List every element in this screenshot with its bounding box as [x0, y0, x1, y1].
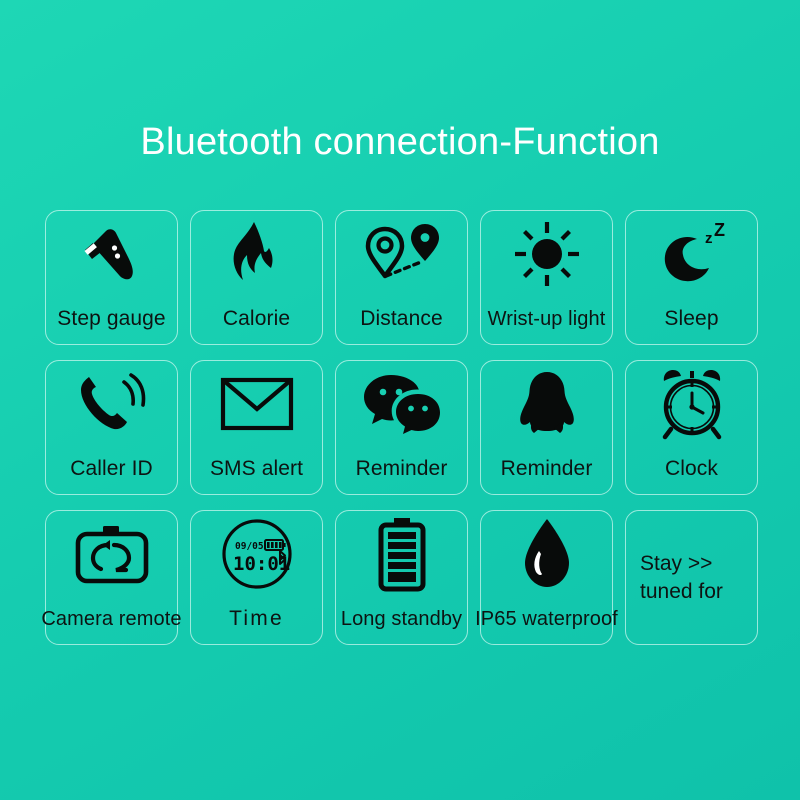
- feature-label: Time: [229, 606, 284, 630]
- feature-label: SMS alert: [209, 456, 304, 480]
- feature-card-clock[interactable]: Clock: [625, 360, 758, 495]
- moon-zz-icon: z Z: [626, 211, 757, 297]
- poster: Bluetooth connection-Function Step gauge: [0, 0, 800, 800]
- feature-label: IP65 waterproof: [475, 608, 618, 630]
- camera-icon: [46, 511, 177, 597]
- feature-label: Reminder: [355, 456, 448, 480]
- stay-tuned-line-1: Stay >>: [640, 551, 713, 575]
- page-title: Bluetooth connection-Function: [140, 121, 660, 163]
- shoe-icon: [46, 211, 177, 297]
- stay-tuned-tile[interactable]: Stay >> tuned for: [625, 510, 758, 645]
- feature-grid: Step gauge Calorie Distance Wrist-up lig…: [41, 210, 758, 645]
- feature-card-calorie[interactable]: Calorie: [190, 210, 323, 345]
- ringing-phone-icon: [46, 361, 177, 447]
- wechat-bubbles-icon: [336, 361, 467, 447]
- feature-card-sleep[interactable]: z Z Sleep: [625, 210, 758, 345]
- alarm-clock-icon: [626, 361, 757, 447]
- feature-label: Sleep: [664, 306, 719, 330]
- feature-label: Long standby: [340, 608, 463, 630]
- svg-text:z: z: [705, 230, 713, 247]
- feature-card-sms-alert[interactable]: SMS alert: [190, 360, 323, 495]
- flame-icon: [191, 211, 322, 297]
- sun-icon: [481, 211, 612, 297]
- feature-card-camera-remote[interactable]: Camera remote: [41, 510, 182, 645]
- feature-card-caller-id[interactable]: Caller ID: [45, 360, 178, 495]
- feature-card-time[interactable]: 09/05 10:01 Time: [190, 510, 323, 645]
- feature-card-step-gauge[interactable]: Step gauge: [45, 210, 178, 345]
- feature-label: Calorie: [222, 306, 291, 330]
- feature-card-distance[interactable]: Distance: [335, 210, 468, 345]
- feature-card-long-standby[interactable]: Long standby: [335, 510, 468, 645]
- feature-label: Distance: [360, 306, 443, 330]
- feature-card-reminder-qq[interactable]: Reminder: [480, 360, 613, 495]
- water-drop-icon: [481, 511, 612, 597]
- feature-card-wrist-up-light[interactable]: Wrist-up light: [480, 210, 613, 345]
- watch-face-icon: 09/05 10:01: [191, 511, 322, 597]
- feature-label: Wrist-up light: [487, 308, 606, 330]
- svg-text:Z: Z: [714, 220, 725, 240]
- feature-label: Step gauge: [57, 306, 166, 330]
- feature-label: Camera remote: [41, 608, 182, 630]
- feature-card-waterproof[interactable]: IP65 waterproof: [475, 510, 618, 645]
- feature-label: Reminder: [500, 456, 593, 480]
- stay-tuned-line-2: tuned for: [640, 579, 723, 603]
- battery-icon: [336, 511, 467, 597]
- feature-label: Caller ID: [70, 456, 153, 480]
- envelope-icon: [191, 361, 322, 447]
- feature-card-reminder-wechat[interactable]: Reminder: [335, 360, 468, 495]
- map-pins-icon: [336, 211, 467, 297]
- qq-penguin-icon: [481, 361, 612, 447]
- watch-date-text: 09/05: [235, 541, 264, 552]
- feature-label: Clock: [664, 456, 719, 480]
